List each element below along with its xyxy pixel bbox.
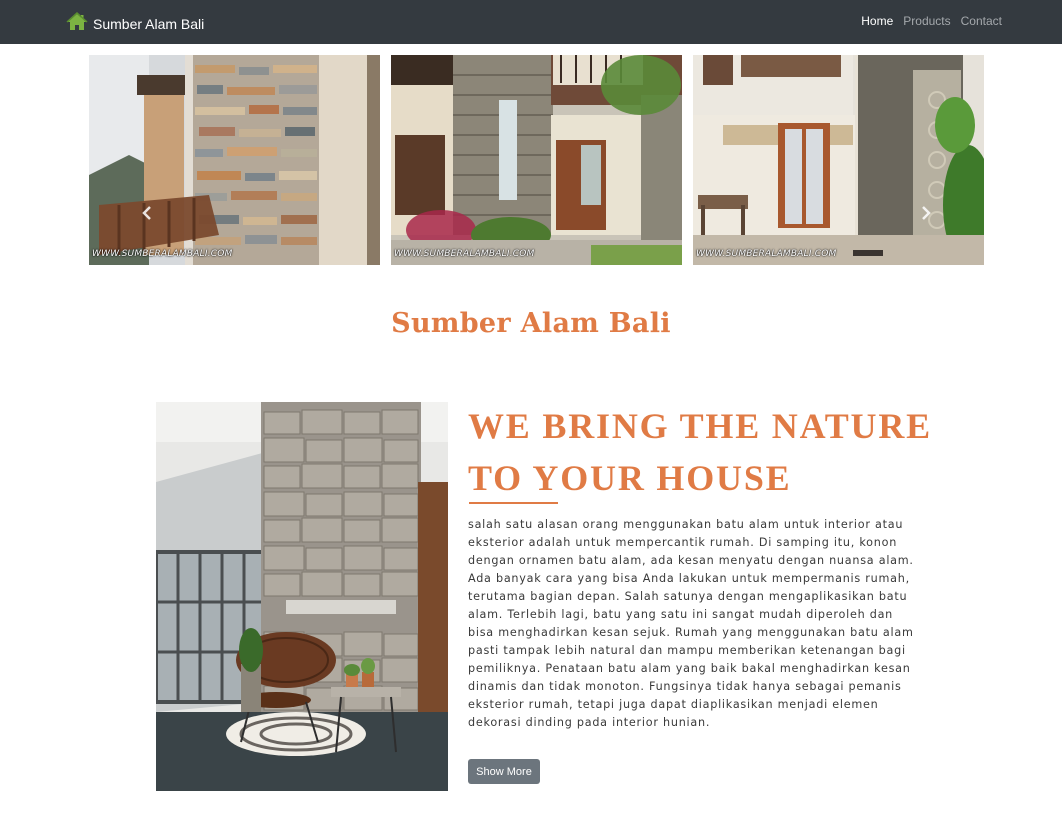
carousel-slide-house-entrance: WWW.SUMBERALAMBALI.COM [391,55,682,265]
nav-products[interactable]: Products [903,14,950,28]
feature-heading-line1: WE BRING THE NATURE [468,406,932,446]
watermark-text: WWW.SUMBERALAMBALI.COM [92,249,233,259]
nav-links: Home Products Contact [851,14,1002,28]
section-title: Sumber Alam Bali [391,308,671,339]
nav-home[interactable]: Home [861,14,893,28]
feature-heading: WE BRING THE NATURE TO YOUR HOUSE [468,400,938,504]
chevron-left-icon[interactable] [140,205,154,221]
navbar: Sumber Alam Bali Home Products Contact [0,0,1062,44]
house-icon [66,11,88,33]
feature-heading-line2: TO YOUR HOUSE [468,458,792,498]
feature-description: salah satu alasan orang menggunakan batu… [468,518,914,729]
house-entrance-photo [391,55,682,265]
watermark-text: WWW.SUMBERALAMBALI.COM [696,249,837,259]
carousel-slide-veranda: WWW.SUMBERALAMBALI.COM [693,55,984,265]
chevron-right-icon[interactable] [919,205,933,221]
heading-divider [469,502,558,504]
veranda-photo [693,55,984,265]
stone-wall-photo [89,55,380,265]
brand[interactable]: Sumber Alam Bali [66,9,204,35]
show-more-button[interactable]: Show More [468,759,540,784]
image-carousel: WWW.SUMBERALAMBALI.COM WWW.SUMBERALAMBAL… [89,55,984,265]
nav-contact[interactable]: Contact [961,14,1002,28]
feature-interior-photo [156,402,448,791]
brand-name: Sumber Alam Bali [93,16,205,32]
watermark-text: WWW.SUMBERALAMBALI.COM [394,249,535,259]
carousel-slide-stone-wall: WWW.SUMBERALAMBALI.COM [89,55,380,265]
